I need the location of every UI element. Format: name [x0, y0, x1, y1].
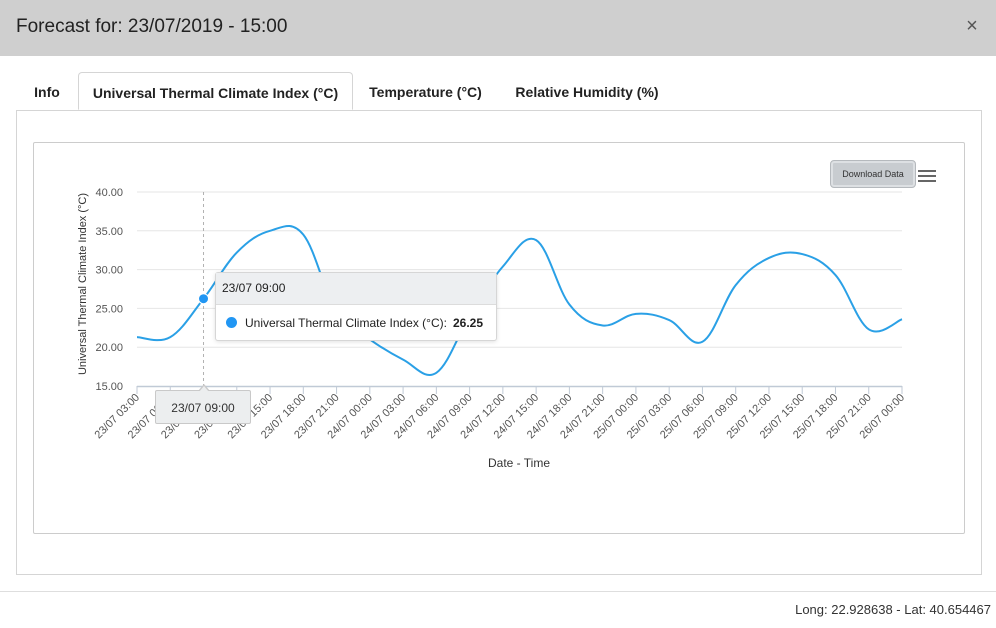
tooltip-body: Universal Thermal Climate Index (°C): 26.…: [216, 305, 496, 342]
y-tick-label: 30.00: [95, 265, 123, 277]
chart-tooltip: 23/07 09:00 Universal Thermal Climate In…: [215, 272, 497, 341]
download-data-button[interactable]: Download Data: [830, 160, 916, 188]
tooltip-header: 23/07 09:00: [216, 273, 496, 305]
y-axis-tick-labels: 15.00 20.00 25.00 30.00 35.00 40.00: [95, 187, 123, 393]
tab-utci[interactable]: Universal Thermal Climate Index (°C): [78, 72, 353, 110]
hover-data-point[interactable]: [198, 293, 210, 305]
y-tick-label: 15.00: [95, 381, 123, 393]
x-axis-title: Date - Time: [488, 456, 550, 470]
series-color-dot-icon: [226, 317, 237, 329]
y-tick-label: 25.00: [95, 303, 123, 315]
y-tick-label: 35.00: [95, 226, 123, 238]
coordinates-readout: Long: 22.928638 - Lat: 40.654467: [795, 602, 991, 617]
y-axis-title: Universal Thermal Climate Index (°C): [77, 193, 89, 375]
y-tick-label: 40.00: [95, 187, 123, 199]
crosshair-x-label: 23/07 09:00: [155, 384, 251, 424]
hamburger-menu-icon[interactable]: [918, 168, 936, 184]
modal-footer: Long: 22.928638 - Lat: 40.654467: [0, 591, 996, 628]
tooltip-series-label: Universal Thermal Climate Index (°C):: [245, 316, 447, 330]
y-tick-label: 20.00: [95, 342, 123, 354]
tooltip-value: 26.25: [452, 316, 483, 330]
